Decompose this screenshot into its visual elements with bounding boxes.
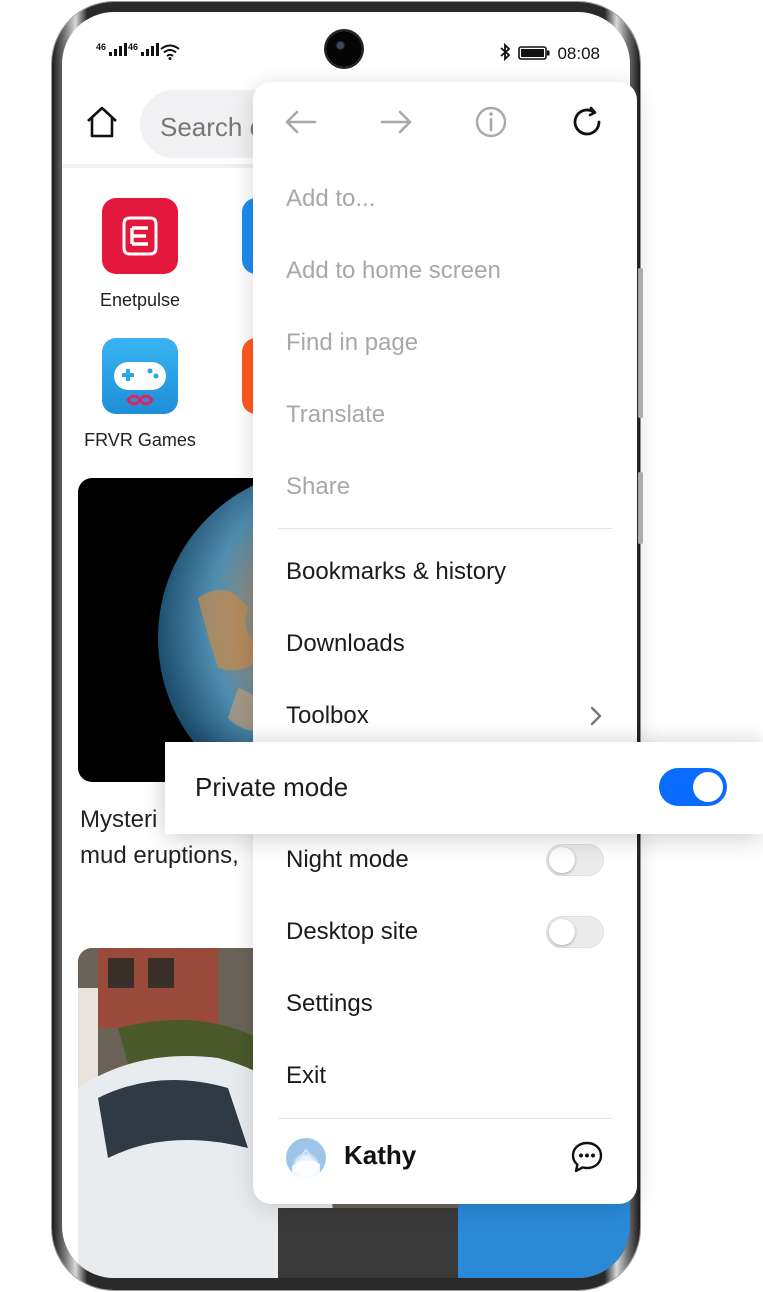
profile-row[interactable]: Kathy [286, 1136, 604, 1186]
menu-item-desktop-site[interactable]: Desktop site [286, 902, 604, 962]
menu-item-label: Translate [286, 401, 386, 428]
shortcut-frvr-games[interactable]: FRVR Games [82, 338, 198, 451]
chat-icon[interactable] [570, 1140, 604, 1174]
menu-item-label: Exit [286, 1062, 327, 1089]
menu-item-exit[interactable]: Exit [286, 1046, 604, 1106]
private-mode-row[interactable]: Private mode [165, 742, 763, 834]
signal-label-1: 46 [96, 42, 107, 52]
search-placeholder: Search o [160, 112, 265, 142]
shortcut-label: FRVR Games [84, 430, 196, 450]
browser-menu: Add to... Add to home screen Find in pag… [253, 82, 637, 1204]
menu-item-label: Night mode [286, 846, 409, 873]
shortcut-label: Enetpulse [99, 290, 181, 310]
menu-item-label: Toolbox [286, 702, 369, 729]
signal-label-2: 46 [128, 42, 139, 52]
toggle-knob [549, 919, 575, 945]
bluetooth-icon [500, 43, 511, 61]
forward-arrow-icon[interactable] [378, 104, 414, 140]
menu-item-toolbox[interactable]: Toolbox [286, 686, 604, 746]
menu-item-downloads[interactable]: Downloads [286, 614, 604, 674]
menu-divider [278, 1118, 612, 1119]
menu-item-label: Share [286, 473, 351, 500]
home-icon[interactable] [84, 104, 120, 140]
wifi-icon [160, 44, 180, 60]
signal-indicator-1: 46 [96, 42, 128, 59]
menu-item-label: Bookmarks & history [286, 558, 507, 585]
night-mode-toggle[interactable] [546, 844, 604, 876]
status-bar: 46 46 08:08 [62, 12, 630, 82]
frvr-games-icon [102, 338, 178, 414]
menu-item-translate[interactable]: Translate [286, 385, 604, 445]
info-icon[interactable] [473, 104, 509, 140]
menu-item-label: Add to home screen [286, 257, 501, 284]
signal-bars-icon [141, 43, 160, 56]
profile-name: Kathy [344, 1140, 417, 1170]
news-title-line-2: mud eruptions, [80, 842, 239, 869]
menu-item-label: Add to... [286, 185, 376, 212]
toggle-knob [693, 772, 723, 802]
menu-divider [278, 528, 612, 529]
signal-bars-icon [109, 43, 128, 56]
menu-item-share[interactable]: Share [286, 457, 604, 517]
status-time: 08:08 [557, 44, 600, 63]
menu-item-label: Downloads [286, 630, 405, 657]
menu-item-label: Desktop site [286, 918, 419, 945]
signal-indicator-2: 46 [128, 42, 160, 59]
menu-item-label: Find in page [286, 329, 419, 356]
chevron-right-icon [590, 706, 602, 726]
menu-item-settings[interactable]: Settings [286, 974, 604, 1034]
menu-nav-bar [253, 82, 637, 162]
menu-item-bookmarks-history[interactable]: Bookmarks & history [286, 542, 604, 602]
menu-item-label: Settings [286, 990, 373, 1017]
volume-button [638, 268, 643, 418]
menu-item-night-mode[interactable]: Night mode [286, 830, 604, 890]
private-mode-toggle[interactable] [659, 768, 727, 806]
menu-item-add-to[interactable]: Add to... [286, 169, 604, 229]
avatar [286, 1138, 326, 1178]
back-arrow-icon[interactable] [283, 104, 319, 140]
private-mode-label: Private mode [195, 772, 349, 802]
enetpulse-icon [102, 198, 178, 274]
desktop-site-toggle[interactable] [546, 916, 604, 948]
toggle-knob [549, 847, 575, 873]
battery-icon [518, 46, 550, 60]
shortcut-enetpulse[interactable]: Enetpulse [92, 198, 188, 311]
menu-item-find-in-page[interactable]: Find in page [286, 313, 604, 373]
menu-item-add-to-home-screen[interactable]: Add to home screen [286, 241, 604, 301]
refresh-icon[interactable] [569, 104, 605, 140]
front-camera [326, 31, 362, 67]
power-button [638, 472, 643, 544]
